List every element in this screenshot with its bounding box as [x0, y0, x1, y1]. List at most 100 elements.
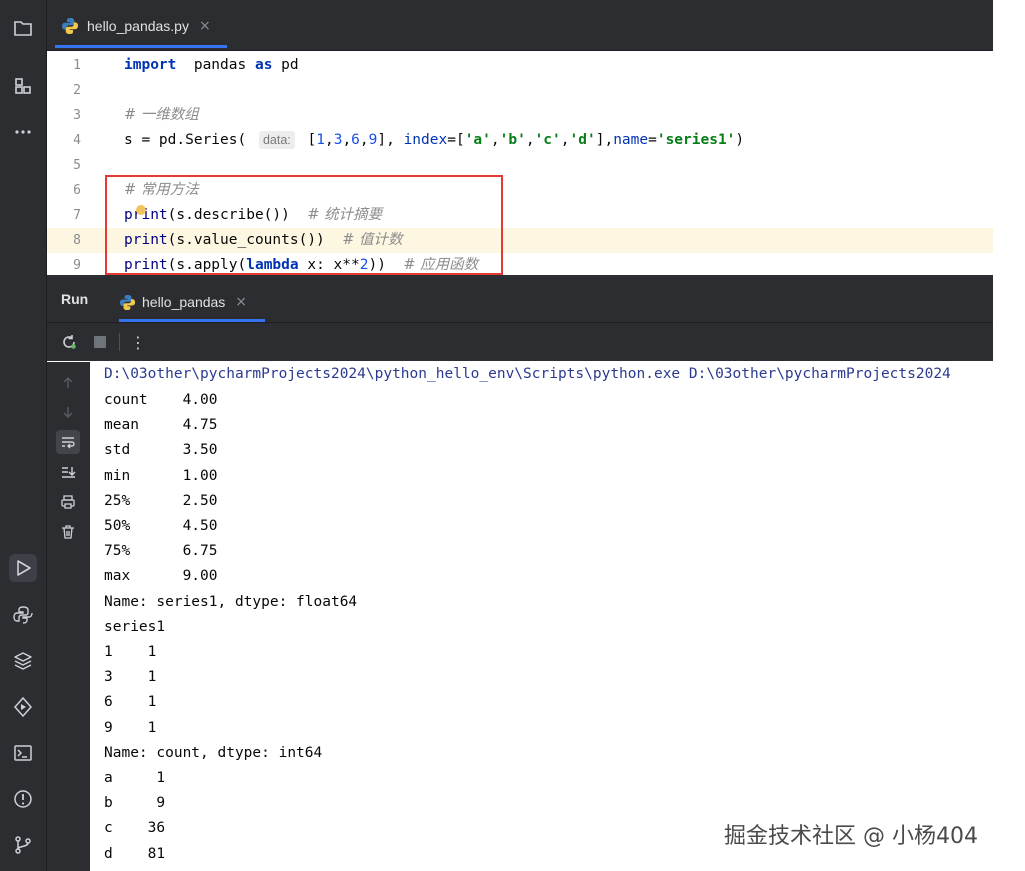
soft-wrap-icon[interactable]: [56, 430, 80, 454]
code-line[interactable]: 8 print(s.value_counts()) # 值计数: [47, 228, 993, 253]
code-token: ,: [490, 132, 500, 148]
code-line[interactable]: 9 print(s.apply(lambda x: x**2)) # 应用函数: [47, 253, 993, 274]
code-token: =: [648, 132, 657, 148]
intention-bulb-icon[interactable]: [136, 205, 146, 215]
python-file-icon: [62, 17, 78, 34]
code-token: pandas: [176, 57, 255, 73]
console-line: a 1: [104, 770, 166, 786]
line-number: 8: [73, 233, 81, 248]
code-token: ,: [560, 132, 570, 148]
console-line: count 4.00: [104, 392, 218, 408]
print-icon[interactable]: [56, 490, 80, 514]
code-token: 'a': [464, 132, 491, 148]
console-line: series1: [104, 618, 166, 635]
close-tab-icon[interactable]: ×: [199, 18, 211, 34]
code-text: print(s.value_counts()) # 值计数: [124, 228, 403, 253]
console-command-line: D:\03other\pycharmProjects2024\python_he…: [104, 366, 951, 382]
editor-tab-bar: hello_pandas.py ×: [47, 0, 993, 51]
line-number: 4: [73, 133, 81, 148]
code-token: index: [403, 132, 448, 148]
python-console-icon[interactable]: [9, 601, 37, 629]
code-token: ,: [359, 132, 369, 148]
code-token: (s.value_counts()): [167, 232, 343, 248]
code-line[interactable]: 1 import pandas as pd: [47, 53, 993, 78]
console-output[interactable]: D:\03other\pycharmProjects2024\python_he…: [90, 362, 993, 871]
run-tool-icon[interactable]: [9, 554, 37, 582]
line-number: 6: [73, 183, 81, 198]
rerun-icon[interactable]: [59, 332, 79, 352]
code-token: (s.describe()): [167, 207, 308, 223]
code-line[interactable]: 7 print(s.describe()) # 统计摘要: [47, 203, 993, 228]
git-icon[interactable]: [9, 831, 37, 859]
project-folder-icon[interactable]: [9, 14, 37, 42]
editor-tab-label: hello_pandas.py: [87, 17, 189, 34]
code-token: # 值计数: [342, 232, 403, 248]
console-line: Name: count, dtype: int64: [104, 744, 323, 761]
console-line: 9 1: [104, 719, 157, 736]
code-token: (s.apply(: [167, 257, 247, 273]
code-token: # 一维数组: [124, 107, 199, 123]
code-token: =[: [447, 132, 465, 148]
code-text: print(s.apply(lambda x: x**2)) # 应用函数: [124, 253, 478, 274]
watermark: 掘金技术社区 @ 小杨404: [724, 824, 978, 849]
code-text: import pandas as pd: [124, 53, 299, 78]
console-line: c 36: [104, 820, 166, 837]
code-text: # 一维数组: [124, 103, 199, 128]
code-line[interactable]: 5: [47, 153, 993, 178]
line-number: 1: [73, 58, 81, 73]
code-token: 'd': [569, 132, 596, 148]
code-token: 1: [316, 132, 325, 148]
code-token: # 应用函数: [403, 257, 479, 273]
code-token: name: [613, 132, 649, 148]
close-run-tab-icon[interactable]: ×: [235, 294, 247, 310]
code-token: print: [124, 232, 168, 248]
layers-icon[interactable]: [9, 647, 37, 675]
console-line: mean 4.75: [104, 417, 218, 434]
run-panel-header: Run hello_pandas ×: [47, 275, 993, 323]
scroll-to-end-icon[interactable]: [56, 460, 80, 484]
code-token: as: [254, 57, 273, 73]
code-editor[interactable]: 1 import pandas as pd 2 3 # 一维数组 4 s = pd.Seri…: [47, 51, 993, 274]
trash-icon[interactable]: [56, 520, 80, 544]
python-run-config-icon: [119, 294, 136, 310]
more-options-icon[interactable]: ⋮: [128, 332, 148, 352]
code-text: s = pd.Series( data: [1,3,6,9], index=['…: [124, 128, 744, 153]
code-token: ): [735, 132, 745, 148]
code-token: s = pd.Series(: [124, 132, 255, 148]
code-line[interactable]: 2: [47, 78, 993, 103]
line-number: 2: [73, 83, 81, 98]
problems-icon[interactable]: [9, 785, 37, 813]
code-token: 'c': [534, 132, 561, 148]
code-token: x: x**: [298, 257, 360, 273]
editor-tab-hello-pandas[interactable]: hello_pandas.py ×: [55, 6, 227, 48]
console-line: 6 1: [104, 694, 157, 711]
code-token: 'b': [499, 132, 526, 148]
scroll-up-icon[interactable]: [56, 371, 80, 395]
code-token: [: [298, 132, 317, 148]
console-line: 1 1: [104, 644, 157, 660]
line-number: 3: [73, 108, 81, 123]
code-line[interactable]: 4s = pd.Series( data: [1,3,6,9], index=[…: [47, 128, 993, 153]
code-token: import: [124, 57, 177, 73]
code-line[interactable]: 3 # 一维数组: [47, 103, 993, 128]
code-token: # 常用方法: [124, 182, 199, 198]
console-line: 25% 2.50: [104, 492, 218, 509]
console-line: min 1.00: [104, 467, 218, 484]
code-token: ],: [595, 132, 614, 148]
stop-icon[interactable]: [90, 332, 110, 352]
code-token: ,: [324, 132, 334, 148]
more-tools-icon[interactable]: [9, 118, 37, 146]
console-line: std 3.50: [104, 442, 218, 459]
terminal-icon[interactable]: [9, 739, 37, 767]
console-line: d 81: [104, 845, 166, 862]
code-token: 'series1': [656, 132, 736, 148]
services-icon[interactable]: [9, 693, 37, 721]
structure-icon[interactable]: [9, 72, 37, 100]
code-token: ,: [525, 132, 535, 148]
scroll-down-icon[interactable]: [56, 400, 80, 424]
console-line: 3 1: [104, 669, 157, 686]
code-line[interactable]: 6 # 常用方法: [47, 178, 993, 203]
run-tab-hello-pandas[interactable]: hello_pandas ×: [119, 285, 265, 322]
code-token: )): [368, 257, 404, 273]
run-tab-label: hello_pandas: [142, 294, 226, 310]
